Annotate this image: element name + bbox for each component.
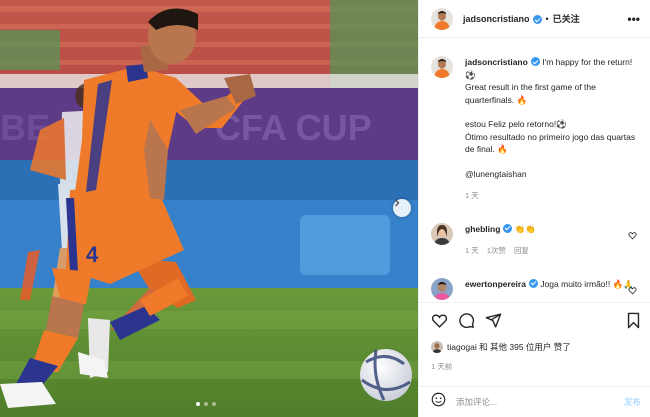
verified-icon	[532, 15, 542, 24]
caption-time: 1 天	[465, 191, 479, 200]
chevron-right-icon	[395, 199, 400, 207]
emoji-icon	[431, 392, 446, 407]
post-caption: jadsoncristiano I'm happy for the return…	[431, 56, 641, 203]
photo-illustration: CFA CUP BE 4	[0, 0, 418, 417]
emoji-button[interactable]	[431, 392, 446, 412]
ball-illustration	[360, 349, 412, 401]
liker-avatar	[431, 341, 443, 353]
likes-summary[interactable]: tiagogai 和 其他 395 位用户 赞了	[431, 341, 641, 353]
comment-like-count[interactable]: 1次赞	[487, 246, 506, 255]
comment-icon	[459, 312, 475, 328]
commenter-username[interactable]: ewertonpereira	[465, 279, 526, 289]
caption-avatar[interactable]	[431, 56, 453, 78]
comment-text: Joga muito irmão!! 🔥🙏	[540, 278, 634, 289]
heart-icon	[628, 286, 637, 294]
post-header: jadsoncristiano • 已关注 •••	[419, 0, 650, 38]
author-avatar[interactable]	[431, 7, 453, 30]
follow-state-button[interactable]: 已关注	[553, 12, 580, 25]
commenter-avatar[interactable]	[431, 277, 453, 300]
comment-time: 1 天	[465, 246, 479, 255]
likes-text: tiagogai 和 其他 395 位用户 赞了	[447, 342, 571, 352]
commenter-username[interactable]: ghebling	[465, 224, 500, 234]
jersey-number: 4	[86, 242, 99, 267]
comments-section[interactable]: jadsoncristiano I'm happy for the return…	[419, 38, 650, 302]
add-comment-bar: 添加评论... 发布	[419, 386, 650, 417]
caption-line-en-2: Great result in the first game of the qu…	[465, 82, 596, 105]
post-comment-button[interactable]: 发布	[624, 396, 641, 408]
share-icon	[485, 312, 502, 328]
more-options-icon[interactable]: •••	[627, 12, 640, 26]
comment-item: ghebling 👏👏 1 天 1次赞 回复	[431, 222, 641, 258]
verified-icon	[503, 223, 513, 233]
banner-text: CFA CUP	[215, 107, 372, 148]
separator-dot: •	[545, 13, 549, 24]
bookmark-icon	[627, 312, 640, 328]
comment-input[interactable]: 添加评论...	[456, 396, 497, 408]
comment-item: ewertonpereira Joga muito irmão!! 🔥🙏	[431, 277, 641, 300]
carousel-dot	[196, 402, 200, 406]
caption-username[interactable]: jadsoncristiano	[465, 57, 528, 67]
like-button[interactable]	[431, 312, 448, 329]
carousel-dot	[204, 402, 208, 406]
heart-icon	[431, 313, 448, 328]
verified-icon	[530, 57, 540, 66]
post-detail-panel: jadsoncristiano • 已关注 ••• jadsoncristian…	[418, 0, 650, 417]
commenter-avatar[interactable]	[431, 222, 453, 245]
reply-button[interactable]: 回复	[514, 246, 529, 255]
carousel-indicator	[196, 402, 216, 406]
comment-like-button[interactable]	[628, 282, 637, 300]
post-photo[interactable]: CFA CUP BE 4	[0, 0, 418, 417]
post-actions: tiagogai 和 其他 395 位用户 赞了 1 天前	[419, 302, 650, 372]
next-photo-button[interactable]	[393, 199, 411, 217]
caption-line-pt-2: Ótimo resultado no primeiro jogo das qua…	[465, 131, 636, 155]
comment-like-button[interactable]	[628, 227, 637, 245]
carousel-dot	[212, 402, 216, 406]
heart-icon	[628, 231, 637, 239]
caption-mention-link[interactable]: @lunengtaishan	[465, 169, 527, 179]
save-button[interactable]	[626, 312, 641, 329]
comment-button[interactable]	[458, 312, 475, 329]
caption-line-pt-1: estou Feliz pelo retorno!⚽	[465, 119, 567, 129]
author-username[interactable]: jadsoncristiano	[463, 14, 530, 24]
comment-text: 👏👏	[514, 223, 536, 234]
post-timestamp: 1 天前	[431, 362, 453, 371]
verified-icon	[528, 278, 538, 288]
share-button[interactable]	[485, 312, 502, 329]
